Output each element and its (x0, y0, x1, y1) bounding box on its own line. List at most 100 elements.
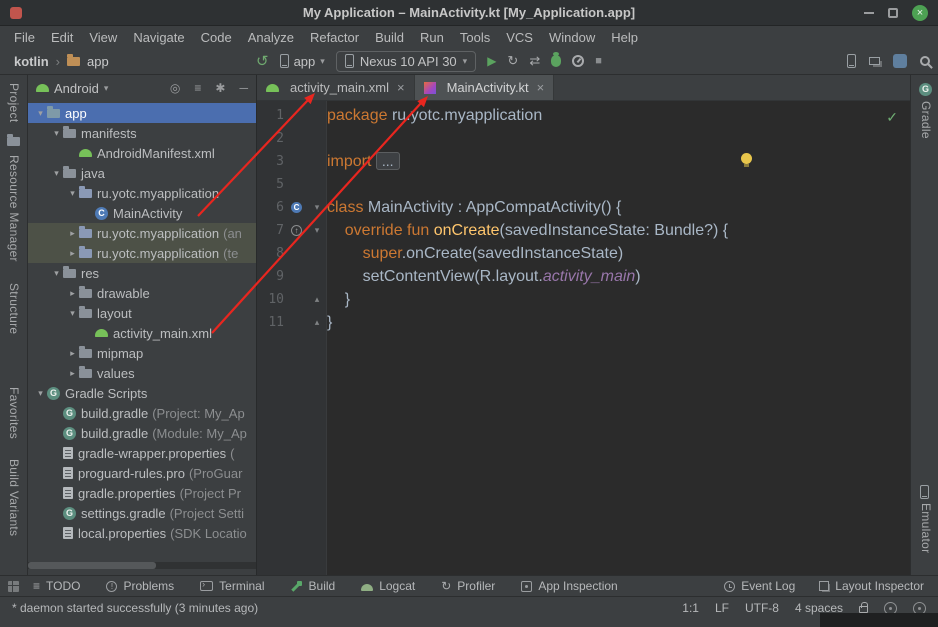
readonly-lock-icon[interactable] (859, 606, 868, 613)
minimize-button[interactable] (864, 12, 874, 14)
menu-refactor[interactable]: Refactor (302, 30, 367, 45)
tree-item-activity-main-xml[interactable]: activity_main.xml (28, 323, 256, 343)
file-encoding[interactable]: UTF-8 (745, 601, 779, 615)
menu-help[interactable]: Help (603, 30, 646, 45)
menu-code[interactable]: Code (193, 30, 240, 45)
fold-marker-icon[interactable]: ▴ (309, 311, 325, 334)
tree-item-java[interactable]: ▾java (28, 163, 256, 183)
maximize-button[interactable] (888, 8, 898, 18)
fold-marker-icon[interactable]: ▾ (309, 196, 325, 219)
search-everywhere-icon[interactable] (920, 56, 930, 66)
chevron-down-icon[interactable]: ▾ (34, 108, 47, 119)
tree-item-drawable[interactable]: ▸drawable (28, 283, 256, 303)
tool-button-build-variants[interactable]: Build Variants (7, 459, 21, 536)
tree-item-build-gradle[interactable]: build.gradle(Project: My_Ap (28, 403, 256, 423)
tree-item-ru-yotc-myapplication[interactable]: ▾ru.yotc.myapplication (28, 183, 256, 203)
chevron-down-icon[interactable]: ▾ (50, 128, 63, 139)
tree-item-mipmap[interactable]: ▸mipmap (28, 343, 256, 363)
fold-marker-icon[interactable]: ▾ (309, 219, 325, 242)
apply-code-changes-icon[interactable]: ⇄ (529, 53, 540, 69)
class-gutter-icon[interactable] (291, 202, 302, 213)
tree-item-mainactivity[interactable]: MainActivity (28, 203, 256, 223)
tool-button-emulator[interactable]: Emulator (919, 503, 933, 553)
tool-button-event-log[interactable]: Event Log (724, 579, 795, 593)
menu-edit[interactable]: Edit (43, 30, 81, 45)
profile-app-icon[interactable] (572, 55, 584, 67)
tool-button-gradle[interactable]: Gradle (919, 101, 933, 139)
tool-button-problems[interactable]: Problems (106, 579, 174, 593)
hide-panel-icon[interactable]: ─ (239, 81, 248, 95)
chevron-down-icon[interactable]: ▾ (50, 168, 63, 179)
apply-changes-icon[interactable]: ↻ (507, 53, 518, 69)
breadcrumb-folder[interactable]: app (87, 54, 109, 69)
line-number[interactable]: 2 (257, 127, 284, 150)
settings-icon[interactable]: ✱ (215, 81, 225, 95)
line-number[interactable]: 10 (257, 288, 284, 311)
stop-icon[interactable]: ■ (595, 55, 602, 67)
tree-item-ru-yotc-myapplication[interactable]: ▸ru.yotc.myapplication(te (28, 243, 256, 263)
tool-button-favorites[interactable]: Favorites (7, 387, 21, 439)
tool-button-app-inspection[interactable]: App Inspection (521, 579, 617, 593)
close-button[interactable]: × (912, 5, 928, 21)
line-number[interactable]: 1 (257, 104, 284, 127)
tool-button-terminal[interactable]: Terminal (200, 579, 264, 593)
tool-button-profiler[interactable]: Profiler (441, 579, 495, 593)
tree-item-proguard-rules-pro[interactable]: proguard-rules.pro(ProGuar (28, 463, 256, 483)
device-select[interactable]: Nexus 10 API 30 ▾ (336, 51, 476, 72)
layout-validation-icon[interactable] (869, 57, 880, 65)
chevron-right-icon[interactable]: ▸ (66, 348, 79, 359)
chevron-right-icon[interactable]: ▸ (66, 228, 79, 239)
tab-close-icon[interactable]: × (537, 80, 545, 95)
collapse-all-icon[interactable]: ≡ (194, 81, 201, 95)
chevron-down-icon[interactable]: ▾ (50, 268, 63, 279)
tab-close-icon[interactable]: × (397, 80, 405, 95)
inspection-ok-icon[interactable]: ✓ (886, 109, 898, 126)
line-number[interactable]: 3 (257, 150, 284, 173)
device-manager-icon[interactable] (847, 54, 856, 68)
run-button[interactable]: ▶ (487, 54, 496, 68)
tree-item-local-properties[interactable]: local.properties(SDK Locatio (28, 523, 256, 543)
menu-vcs[interactable]: VCS (498, 30, 541, 45)
tree-item-androidmanifest-xml[interactable]: AndroidManifest.xml (28, 143, 256, 163)
tool-button-build[interactable]: Build (291, 579, 336, 593)
tab-mainactivity-kt[interactable]: MainActivity.kt× (415, 75, 555, 100)
line-number[interactable]: 11 (257, 311, 284, 334)
line-number[interactable]: 6 (257, 196, 284, 219)
tool-windows-quick-access-icon[interactable] (8, 581, 19, 592)
tool-button-layout-inspector[interactable]: Layout Inspector (819, 579, 924, 593)
chevron-right-icon[interactable]: ▸ (66, 368, 79, 379)
menu-analyze[interactable]: Analyze (240, 30, 302, 45)
line-number[interactable]: 7 (257, 219, 284, 242)
fold-marker-icon[interactable]: ▴ (309, 288, 325, 311)
tree-item-values[interactable]: ▸values (28, 363, 256, 383)
gradle-icon[interactable] (919, 83, 932, 96)
tree-item-layout[interactable]: ▾layout (28, 303, 256, 323)
line-number[interactable]: 9 (257, 265, 284, 288)
intention-bulb-icon[interactable] (741, 153, 752, 164)
horizontal-scrollbar[interactable] (28, 562, 257, 569)
project-view-select[interactable]: Android (54, 81, 99, 96)
tree-item-manifests[interactable]: ▾manifests (28, 123, 256, 143)
line-separator[interactable]: LF (715, 601, 729, 615)
caret-position[interactable]: 1:1 (682, 601, 699, 615)
tree-item-gradle-wrapper-properties[interactable]: gradle-wrapper.properties( (28, 443, 256, 463)
menu-navigate[interactable]: Navigate (125, 30, 192, 45)
override-gutter-icon[interactable]: ↑ (291, 225, 302, 236)
status-message[interactable]: * daemon started successfully (3 minutes… (12, 601, 682, 615)
breadcrumb-module[interactable]: kotlin (14, 54, 49, 69)
menu-view[interactable]: View (81, 30, 125, 45)
menu-file[interactable]: File (6, 30, 43, 45)
chevron-right-icon[interactable]: ▸ (66, 288, 79, 299)
emulator-icon[interactable] (920, 485, 929, 499)
tool-button-resource-manager[interactable]: Resource Manager (7, 155, 21, 262)
tree-item-app[interactable]: ▾app (28, 103, 256, 123)
tool-button-todo[interactable]: TODO (33, 579, 80, 593)
menu-run[interactable]: Run (412, 30, 452, 45)
menu-tools[interactable]: Tools (452, 30, 498, 45)
run-config-select[interactable]: app ▾ (280, 54, 325, 69)
chevron-down-icon[interactable]: ▾ (66, 188, 79, 199)
tool-button-project[interactable]: Project (7, 83, 21, 122)
favorites-folder-icon[interactable] (7, 137, 20, 146)
tool-button-structure[interactable]: Structure (7, 283, 21, 334)
tree-item-settings-gradle[interactable]: settings.gradle(Project Setti (28, 503, 256, 523)
